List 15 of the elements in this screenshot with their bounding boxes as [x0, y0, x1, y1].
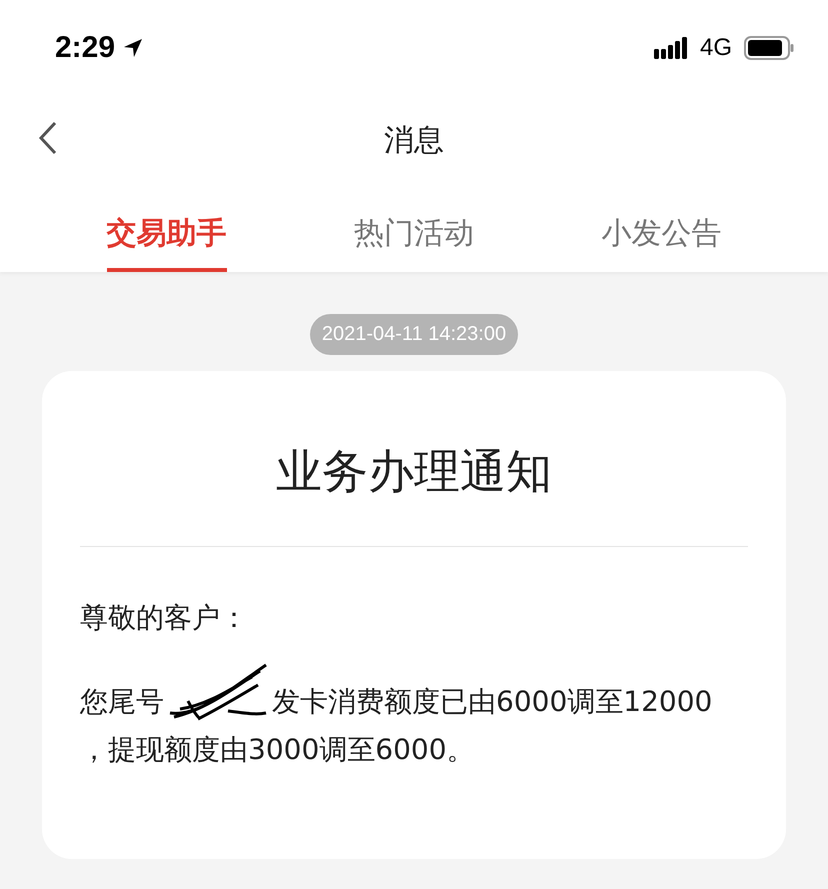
network-type: 4G: [700, 34, 732, 62]
page-title: 消息: [384, 122, 444, 160]
greeting-text: 尊敬的客户：: [80, 600, 249, 636]
tab[interactable]: 小发公告: [601, 185, 722, 272]
tab[interactable]: 交易助手: [106, 185, 227, 272]
message-text: 发卡消费额度已由6000调至12000: [272, 684, 712, 720]
location-arrow-icon: [123, 38, 144, 58]
message-title: 业务办理通知: [275, 443, 553, 500]
timestamp-badge: 2021-04-11 14:23:00: [310, 314, 518, 355]
battery-icon: [744, 36, 794, 60]
status-time: 2:29: [55, 30, 116, 64]
tab[interactable]: 热门活动: [354, 185, 474, 272]
message-text: ，提现额度由3000调至6000。: [80, 732, 476, 768]
message-text: 您尾号: [80, 684, 164, 720]
signal-icon: [654, 36, 688, 58]
